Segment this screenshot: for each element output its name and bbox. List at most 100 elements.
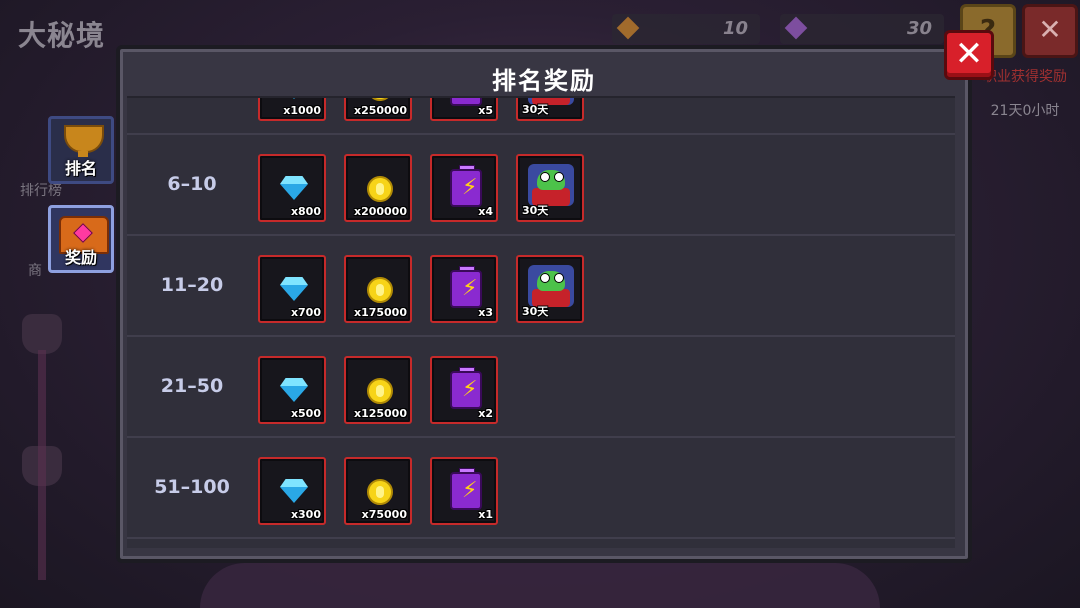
reward-quantity: 30天 — [522, 103, 549, 116]
reward-quantity: x1000 — [283, 104, 321, 117]
gem-bottom — [280, 184, 308, 200]
frog-eye — [554, 273, 564, 283]
resource-diamond-icon — [616, 16, 640, 40]
gem-bottom — [280, 487, 308, 503]
reward-items: x500 x125000 ⚡ x2 — [258, 356, 498, 424]
gem-bottom — [280, 285, 308, 301]
reward-items: x700 x175000 ⚡ x3 30天 — [258, 255, 584, 323]
lightning-bolt-icon: ⚡ — [462, 377, 478, 402]
reward-quantity: x250000 — [353, 104, 407, 117]
gem-top — [280, 378, 308, 386]
reward-quantity: x1 — [478, 508, 493, 521]
frog-eye — [554, 172, 564, 182]
reward-slot[interactable]: ⚡ x3 — [430, 255, 498, 323]
reward-slot[interactable]: ⚡ x4 — [430, 154, 498, 222]
resource-value: 10 — [722, 18, 748, 39]
side-time-text: 21天0小时 — [990, 103, 1060, 119]
energy-battery-icon: ⚡ — [450, 472, 482, 510]
resource-diamond-icon — [784, 16, 808, 40]
reward-quantity: x700 — [290, 306, 321, 319]
skull-icon — [22, 314, 62, 354]
gem-icon — [280, 277, 308, 301]
reward-slot[interactable]: x200000 — [344, 154, 412, 222]
gem-bottom — [280, 98, 308, 99]
background-close-button[interactable]: ✕ — [1022, 4, 1078, 58]
reward-quantity: x800 — [290, 205, 321, 218]
reward-slot[interactable]: x125000 — [344, 356, 412, 424]
gold-coin-icon — [367, 479, 393, 505]
rank-range-label: 51–100 — [154, 476, 230, 498]
reward-slot[interactable]: x800 — [258, 154, 326, 222]
reward-quantity: x4 — [478, 205, 493, 218]
rank-range-label: 11–20 — [160, 274, 224, 296]
energy-battery-icon: ⚡ — [450, 371, 482, 409]
dialog-title: 排名奖励 — [492, 67, 596, 95]
lightning-bolt-icon: ⚡ — [462, 175, 478, 200]
reward-items: x800 x200000 ⚡ x4 30天 — [258, 154, 584, 222]
trophy-icon — [64, 125, 104, 153]
reward-row: x1000 x250000 ⚡ x5 30天 — [127, 98, 955, 135]
reward-list[interactable]: x1000x250000⚡x530天6–10x800x200000⚡x430天1… — [127, 96, 955, 548]
reward-slot[interactable]: x250000 — [344, 98, 412, 121]
frog-eye — [540, 172, 550, 182]
reward-items: x300 x75000 ⚡ x1 — [258, 457, 498, 525]
reward-slot[interactable]: x300 — [258, 457, 326, 525]
reward-quantity: x75000 — [361, 508, 407, 521]
tab-rewards[interactable]: 奖励 — [48, 205, 114, 273]
reward-row: 21–50 x500 x125000 ⚡ x2 — [127, 337, 955, 438]
page-title: 大秘境 — [18, 19, 106, 52]
reward-quantity: x500 — [290, 407, 321, 420]
reward-slot[interactable]: x75000 — [344, 457, 412, 525]
energy-battery-icon: ⚡ — [450, 169, 482, 207]
gold-coin-icon — [367, 277, 393, 303]
rank-range-label — [137, 98, 247, 133]
reward-slot[interactable]: x175000 — [344, 255, 412, 323]
reward-items: x1000 x250000 ⚡ x5 30天 — [258, 98, 584, 121]
rank-range-label: 21–50 — [160, 375, 224, 397]
reward-slot[interactable]: ⚡ x1 — [430, 457, 498, 525]
reward-quantity: 30天 — [522, 204, 549, 217]
reward-quantity: x5 — [478, 104, 493, 117]
reward-row: 6–10 x800 x200000 ⚡ x4 30天 — [127, 135, 955, 236]
reward-quantity: x3 — [478, 306, 493, 319]
gem-top — [280, 479, 308, 487]
reward-row: 11–20 x700 x175000 ⚡ x3 30天 — [127, 236, 955, 337]
reward-row: 51–100 x300 x75000 ⚡ x1 — [127, 438, 955, 539]
reward-slot[interactable]: ⚡ x5 — [430, 98, 498, 121]
energy-battery-icon: ⚡ — [450, 270, 482, 308]
frog-eye — [540, 273, 550, 283]
gem-icon — [280, 176, 308, 200]
lightning-bolt-icon: ⚡ — [462, 98, 477, 100]
reward-slot[interactable]: x500 — [258, 356, 326, 424]
reward-slot[interactable]: x1000 — [258, 98, 326, 121]
lightning-bolt-icon: ⚡ — [462, 276, 478, 301]
tab-ranking-label: 排名 — [64, 159, 97, 178]
resource-bar-1: 10 — [612, 14, 760, 44]
resource-value: 30 — [906, 18, 932, 39]
reward-list-inner: x1000x250000⚡x530天6–10x800x200000⚡x430天1… — [127, 98, 955, 539]
reward-quantity: x175000 — [353, 306, 407, 319]
dialog-close-button[interactable]: ✕ — [944, 30, 994, 80]
lightning-bolt-icon: ⚡ — [462, 478, 478, 503]
tab-rewards-label: 奖励 — [64, 248, 97, 267]
reward-slot[interactable]: 30天 — [516, 255, 584, 323]
gem-icon — [280, 378, 308, 402]
frog-skin-icon — [528, 265, 574, 307]
reward-slot[interactable]: ⚡ x2 — [430, 356, 498, 424]
gem-icon — [280, 479, 308, 503]
bottom-decoration — [200, 563, 880, 608]
gold-coin-icon — [367, 98, 393, 101]
reward-slot[interactable]: 30天 — [516, 98, 584, 121]
gold-coin-icon — [367, 378, 393, 404]
reward-quantity: x2 — [478, 407, 493, 420]
resource-bar-2: 30 — [780, 14, 944, 44]
side-label-shop: 商 — [28, 263, 42, 279]
reward-quantity: x200000 — [353, 205, 407, 218]
tab-ranking[interactable]: 排名 — [48, 116, 114, 184]
rank-range-label: 6–10 — [167, 173, 217, 195]
reward-slot[interactable]: 30天 — [516, 154, 584, 222]
frog-skin-icon — [528, 164, 574, 206]
reward-slot[interactable]: x700 — [258, 255, 326, 323]
gem-top — [280, 277, 308, 285]
gem-icon — [280, 98, 308, 99]
